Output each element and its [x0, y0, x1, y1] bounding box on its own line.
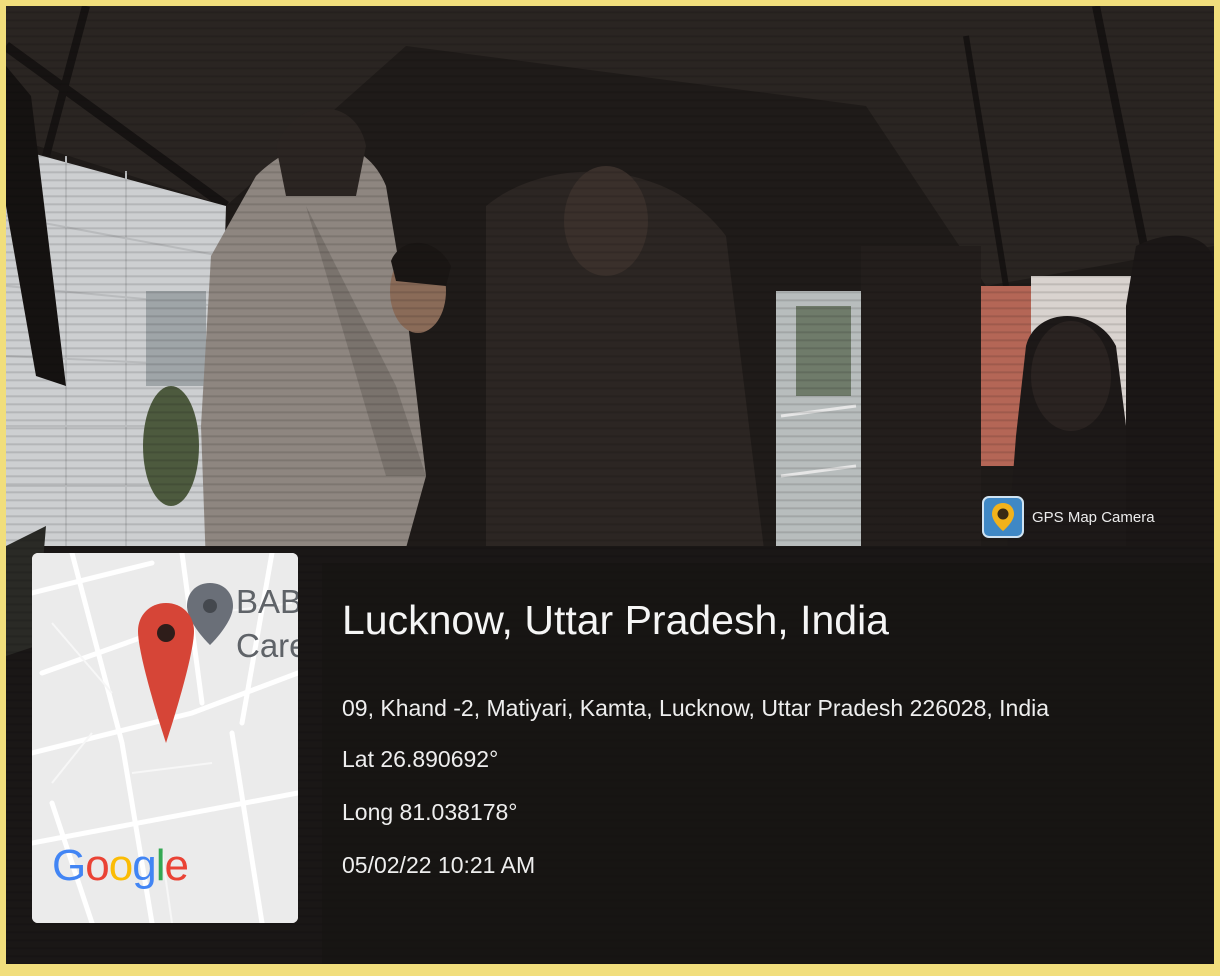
map-thumbnail: BAB Care Google [32, 553, 298, 923]
latitude-text: Lat 26.890692° [342, 746, 499, 772]
google-logo: Google [52, 841, 189, 890]
address-text: 09, Khand -2, Matiyari, Kamta, Lucknow, … [342, 695, 1050, 721]
map-place-label-line1: BAB [236, 583, 298, 620]
map-place-label-line2: Care [236, 627, 298, 664]
location-info-panel: Lucknow, Uttar Pradesh, India 09, Khand … [322, 563, 1214, 964]
gps-app-badge: GPS Map Camera [982, 496, 1155, 538]
longitude-text: Long 81.038178° [342, 799, 518, 825]
datetime-text: 05/02/22 10:21 AM [342, 852, 536, 878]
photo-frame: GPS Map Camera BAB Car Google Lucknow, U… [6, 6, 1214, 964]
app-name-label: GPS Map Camera [1032, 508, 1155, 526]
location-title: Lucknow, Uttar Pradesh, India [342, 597, 889, 643]
gps-map-camera-icon [982, 496, 1024, 538]
